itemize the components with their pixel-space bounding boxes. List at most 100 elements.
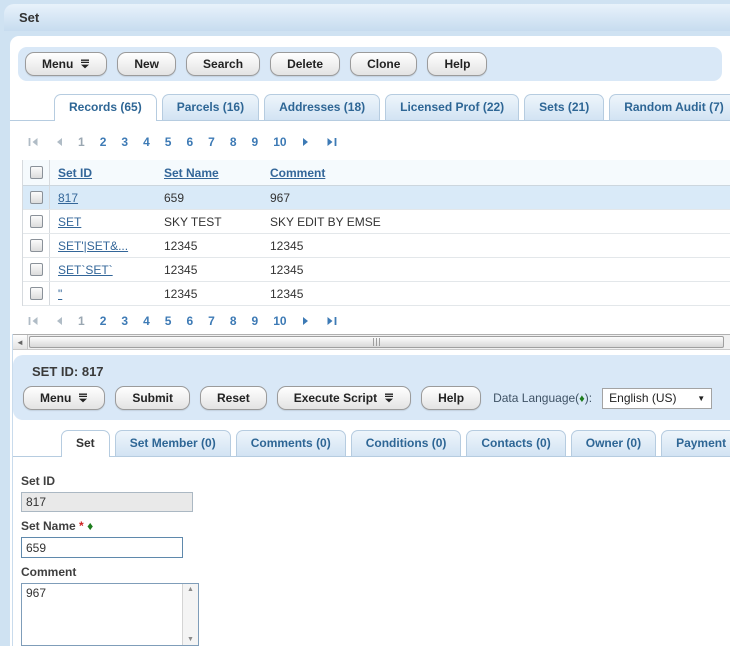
page-number[interactable]: 3 — [121, 135, 128, 149]
set-name-cell: 12345 — [162, 287, 262, 301]
comment-field[interactable]: 967 — [22, 584, 182, 645]
page-number[interactable]: 2 — [100, 135, 107, 149]
new-button[interactable]: New — [117, 52, 176, 76]
detail-help-button[interactable]: Help — [421, 386, 481, 410]
horizontal-scrollbar[interactable]: ◄ — [13, 334, 730, 350]
page-number[interactable]: 3 — [121, 314, 128, 328]
tab-set[interactable]: Set — [61, 430, 110, 457]
menu-dropdown-icon — [80, 59, 90, 69]
delete-button[interactable]: Delete — [270, 52, 340, 76]
prev-page-icon[interactable] — [54, 137, 63, 147]
next-page-icon[interactable] — [302, 316, 311, 326]
comment-cell: 12345 — [262, 287, 730, 301]
set-id-link[interactable]: SET — [58, 215, 81, 229]
chevron-down-icon: ▼ — [697, 394, 705, 403]
set-name-field[interactable] — [21, 537, 183, 558]
reset-button[interactable]: Reset — [200, 386, 267, 410]
table-row: " 12345 12345 — [23, 282, 730, 306]
clone-button[interactable]: Clone — [350, 52, 417, 76]
detail-menu-button-label: Menu — [40, 391, 71, 405]
select-all-cell — [23, 160, 50, 185]
search-button[interactable]: Search — [186, 52, 260, 76]
page-number[interactable]: 7 — [208, 314, 215, 328]
row-checkbox[interactable] — [30, 239, 43, 252]
page-number[interactable]: 9 — [252, 314, 259, 328]
comment-textarea-wrapper: 967 ▲ ▼ — [21, 583, 199, 646]
scroll-up-icon[interactable]: ▲ — [187, 586, 194, 593]
comment-cell: 12345 — [262, 263, 730, 277]
data-language-value: English (US) — [609, 391, 676, 405]
first-page-icon[interactable] — [28, 316, 39, 326]
comment-cell: 12345 — [262, 239, 730, 253]
page-number[interactable]: 10 — [273, 314, 286, 328]
help-button[interactable]: Help — [427, 52, 487, 76]
tab-sets[interactable]: Sets (21) — [524, 94, 604, 120]
diamond-icon: ♦ — [87, 519, 93, 533]
page-number[interactable]: 8 — [230, 314, 237, 328]
page-number[interactable]: 5 — [165, 135, 172, 149]
page-number[interactable]: 6 — [186, 314, 193, 328]
tab-records[interactable]: Records (65) — [54, 94, 157, 121]
row-checkbox[interactable] — [30, 191, 43, 204]
tab-comments[interactable]: Comments (0) — [236, 430, 346, 456]
comment-cell: SKY EDIT BY EMSE — [262, 215, 730, 229]
submit-button[interactable]: Submit — [115, 386, 190, 410]
column-header-comment[interactable]: Comment — [270, 166, 325, 180]
detail-title: SET ID: 817 — [23, 364, 730, 379]
tab-conditions[interactable]: Conditions (0) — [351, 430, 462, 456]
data-language-select[interactable]: English (US) ▼ — [602, 388, 712, 409]
page-number[interactable]: 5 — [165, 314, 172, 328]
tab-random-audit[interactable]: Random Audit (7) — [609, 94, 730, 120]
column-header-set-id[interactable]: Set ID — [58, 166, 92, 180]
tab-set-member[interactable]: Set Member (0) — [115, 430, 231, 456]
page-number[interactable]: 4 — [143, 314, 150, 328]
row-checkbox[interactable] — [30, 287, 43, 300]
textarea-scrollbar[interactable]: ▲ ▼ — [182, 584, 198, 645]
set-id-link[interactable]: SET`SET` — [58, 263, 113, 277]
page-number-current[interactable]: 1 — [78, 135, 85, 149]
comment-cell: 967 — [262, 191, 730, 205]
row-checkbox[interactable] — [30, 215, 43, 228]
page-number[interactable]: 8 — [230, 135, 237, 149]
menu-button[interactable]: Menu — [25, 52, 107, 76]
tab-parcels[interactable]: Parcels (16) — [162, 94, 259, 120]
page-number[interactable]: 7 — [208, 135, 215, 149]
scrollbar-grip-icon — [373, 338, 374, 346]
pagination-top: 1 2 3 4 5 6 7 8 9 10 — [10, 134, 730, 150]
last-page-icon[interactable] — [326, 137, 337, 147]
scroll-left-icon[interactable]: ◄ — [13, 335, 28, 349]
select-all-checkbox[interactable] — [30, 166, 43, 179]
scroll-down-icon[interactable]: ▼ — [187, 636, 194, 643]
page-number[interactable]: 4 — [143, 135, 150, 149]
detail-toolbar: Menu Submit Reset Execute Script Help — [23, 386, 730, 410]
data-language-label-text: Data Language( — [493, 391, 579, 405]
last-page-icon[interactable] — [326, 316, 337, 326]
execute-script-button[interactable]: Execute Script — [277, 386, 411, 410]
page-number-current[interactable]: 1 — [78, 314, 85, 328]
column-header-set-name[interactable]: Set Name — [164, 166, 219, 180]
page-number[interactable]: 2 — [100, 314, 107, 328]
set-detail-form: Set ID Set Name * ♦ Comment 967 ▲ ▼ chec… — [13, 457, 730, 646]
tab-licensed-prof[interactable]: Licensed Prof (22) — [385, 94, 519, 120]
page-number[interactable]: 10 — [273, 135, 286, 149]
tab-addresses[interactable]: Addresses (18) — [264, 94, 380, 120]
next-page-icon[interactable] — [302, 137, 311, 147]
detail-menu-button[interactable]: Menu — [23, 386, 105, 410]
execute-script-label: Execute Script — [294, 391, 377, 405]
first-page-icon[interactable] — [28, 137, 39, 147]
page-number[interactable]: 6 — [186, 135, 193, 149]
tab-contacts[interactable]: Contacts (0) — [466, 430, 565, 456]
prev-page-icon[interactable] — [54, 316, 63, 326]
data-language-label: Data Language(♦): — [493, 391, 592, 405]
tab-owner[interactable]: Owner (0) — [571, 430, 656, 456]
set-id-link[interactable]: " — [58, 287, 62, 301]
set-id-link[interactable]: SET'|SET&... — [58, 239, 128, 253]
menu-dropdown-icon — [384, 393, 394, 403]
comment-label: Comment — [21, 565, 730, 579]
set-id-link[interactable]: 817 — [58, 191, 78, 205]
tab-payment[interactable]: Payment — [661, 430, 730, 456]
scrollbar-thumb[interactable] — [29, 336, 724, 348]
page-number[interactable]: 9 — [252, 135, 259, 149]
row-checkbox[interactable] — [30, 263, 43, 276]
table-row: SET`SET` 12345 12345 — [23, 258, 730, 282]
